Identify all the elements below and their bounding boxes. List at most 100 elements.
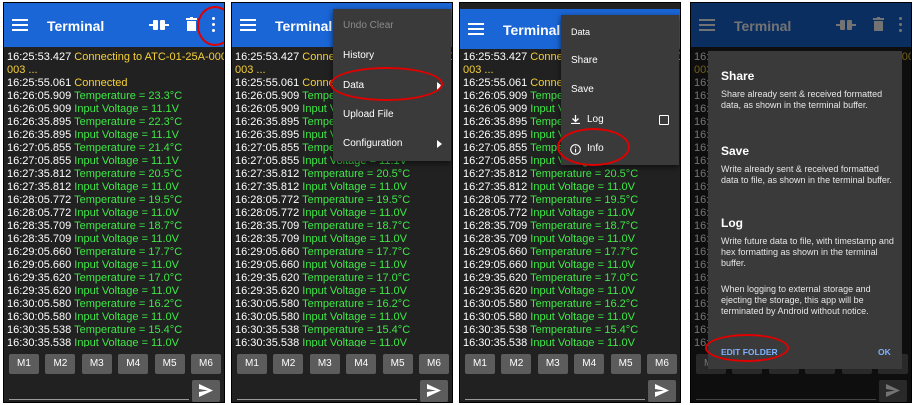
share-heading: Share bbox=[721, 69, 755, 83]
line-message: Input Voltage = 11.0V bbox=[530, 259, 635, 271]
macro-button-m3[interactable]: M3 bbox=[537, 354, 568, 374]
line-timestamp: 16:27:35.812 bbox=[7, 181, 72, 193]
macro-button-m1[interactable]: M1 bbox=[465, 354, 495, 374]
menu-item-share[interactable]: Share bbox=[561, 46, 679, 76]
line-message: Temperature = 17.7°C bbox=[74, 246, 183, 258]
terminal-output[interactable]: 16:25:53.427 Connecting to ATC-01-25A-00… bbox=[7, 51, 224, 347]
terminal-line: 16:29:35.620 Input Voltage = 11.0V bbox=[7, 285, 224, 298]
terminal-line: 16:29:35.620 Temperature = 17.0°C bbox=[463, 272, 680, 285]
line-timestamp: 16:29:05.660 bbox=[463, 246, 528, 258]
line-timestamp: 16:25:55.061 bbox=[235, 77, 300, 89]
send-button[interactable] bbox=[420, 380, 448, 402]
line-timestamp: 16:27:05.855 bbox=[7, 142, 72, 154]
line-message: Input Voltage = 11.0V bbox=[302, 233, 407, 245]
trash-icon[interactable] bbox=[186, 17, 197, 31]
macro-button-m4[interactable]: M4 bbox=[346, 354, 377, 374]
macro-button-m5[interactable]: M5 bbox=[154, 354, 185, 374]
line-timestamp: 16:30:05.580 bbox=[235, 311, 300, 323]
app-title: Terminal bbox=[275, 18, 333, 34]
send-button[interactable] bbox=[648, 380, 676, 402]
line-timestamp: 16:26:35.895 bbox=[463, 129, 528, 141]
line-timestamp: 16:26:05.909 bbox=[235, 103, 300, 115]
line-timestamp: 16:29:05.660 bbox=[235, 246, 300, 258]
ok-button[interactable]: OK bbox=[878, 347, 891, 357]
terminal-line: 16:28:05.772 Input Voltage = 11.0V bbox=[463, 207, 680, 220]
macro-button-m2[interactable]: M2 bbox=[273, 354, 304, 374]
download-icon bbox=[571, 115, 580, 124]
line-timestamp: 16:27:05.855 bbox=[235, 142, 300, 154]
macro-button-m1[interactable]: M1 bbox=[237, 354, 267, 374]
line-timestamp: 16:30:05.580 bbox=[235, 298, 300, 310]
send-icon bbox=[655, 384, 669, 397]
terminal-line: 16:28:35.709 Input Voltage = 11.0V bbox=[463, 233, 680, 246]
line-message: Connected bbox=[74, 77, 128, 89]
terminal-line: 003 ... bbox=[7, 64, 224, 77]
terminal-line: 16:30:05.580 Temperature = 16.2°C bbox=[235, 298, 452, 311]
line-message: Temperature = 16.2°C bbox=[74, 298, 183, 310]
send-input[interactable] bbox=[237, 399, 417, 400]
macro-button-m4[interactable]: M4 bbox=[574, 354, 605, 374]
line-message: Temperature = 21.4°C bbox=[74, 142, 183, 154]
line-message: Temperature = 18.7°C bbox=[74, 220, 183, 232]
send-input[interactable] bbox=[9, 399, 189, 400]
macro-button-m4[interactable]: M4 bbox=[118, 354, 149, 374]
send-input[interactable] bbox=[465, 399, 645, 400]
macro-button-m2[interactable]: M2 bbox=[45, 354, 76, 374]
terminal-screen-info-dialog: Terminal 16:25:53.427 Connecting to ATC-… bbox=[690, 2, 912, 403]
connect-plug-icon[interactable] bbox=[149, 18, 169, 32]
hamburger-menu-icon[interactable] bbox=[12, 19, 28, 31]
line-message: Input Voltage = 11.0V bbox=[302, 181, 407, 193]
macro-button-m5[interactable]: M5 bbox=[382, 354, 413, 374]
line-message: Temperature = 19.5°C bbox=[302, 194, 411, 206]
macro-button-m6[interactable]: M6 bbox=[191, 354, 221, 374]
macro-button-m6[interactable]: M6 bbox=[419, 354, 449, 374]
terminal-line: 16:30:05.580 Temperature = 16.2°C bbox=[7, 298, 224, 311]
line-timestamp: 16:28:35.709 bbox=[7, 233, 72, 245]
line-message: Temperature = 17.0°C bbox=[530, 272, 639, 284]
line-message: Temperature = 17.7°C bbox=[302, 246, 411, 258]
macro-button-m5[interactable]: M5 bbox=[610, 354, 641, 374]
send-icon bbox=[199, 384, 213, 397]
terminal-line: 16:28:35.709 Temperature = 18.7°C bbox=[7, 220, 224, 233]
menu-item-upload-file[interactable]: Upload File bbox=[333, 100, 451, 130]
highlight-ring bbox=[557, 128, 630, 166]
terminal-line: 16:28:35.709 Temperature = 18.7°C bbox=[463, 220, 680, 233]
hamburger-menu-icon[interactable] bbox=[468, 23, 484, 35]
line-timestamp: 16:30:35.538 bbox=[7, 337, 72, 347]
send-button[interactable] bbox=[192, 380, 220, 402]
line-timestamp: 16:25:55.061 bbox=[7, 77, 72, 89]
macro-button-m3[interactable]: M3 bbox=[81, 354, 112, 374]
line-message: Input Voltage = 11.0V bbox=[74, 233, 179, 245]
hamburger-menu-icon[interactable] bbox=[240, 19, 256, 31]
line-timestamp: 16:27:35.812 bbox=[7, 168, 72, 180]
line-timestamp: 16:27:35.812 bbox=[235, 168, 300, 180]
line-timestamp: 16:29:05.660 bbox=[7, 246, 72, 258]
menu-item-configuration[interactable]: Configuration bbox=[333, 129, 451, 159]
macro-button-m3[interactable]: M3 bbox=[309, 354, 340, 374]
data-info-dialog: Share Share already sent & received form… bbox=[708, 51, 902, 369]
line-message: Input Voltage = 11.0V bbox=[530, 285, 635, 297]
macro-button-m1[interactable]: M1 bbox=[9, 354, 39, 374]
log-checkbox[interactable] bbox=[659, 115, 669, 125]
terminal-line: 16:28:05.772 Temperature = 19.5°C bbox=[463, 194, 680, 207]
line-timestamp: 16:28:05.772 bbox=[7, 207, 72, 219]
line-timestamp: 16:26:35.895 bbox=[7, 129, 72, 141]
line-timestamp: 16:30:35.538 bbox=[235, 324, 300, 336]
terminal-line: 16:27:35.812 Temperature = 20.5°C bbox=[235, 168, 452, 181]
send-row bbox=[460, 379, 680, 402]
app-title: Terminal bbox=[503, 22, 561, 38]
menu-item-save[interactable]: Save bbox=[561, 75, 679, 105]
terminal-line: 16:28:35.709 Input Voltage = 11.0V bbox=[7, 233, 224, 246]
line-message: Temperature = 15.4°C bbox=[530, 324, 639, 336]
macro-buttons: M1 M2M3 M4M5 M6 bbox=[465, 354, 677, 374]
macro-button-m2[interactable]: M2 bbox=[501, 354, 532, 374]
send-row bbox=[232, 379, 452, 402]
line-message: 003 ... bbox=[7, 64, 38, 76]
line-message: Temperature = 18.7°C bbox=[530, 220, 639, 232]
macro-button-m6[interactable]: M6 bbox=[647, 354, 677, 374]
terminal-line: 16:27:35.812 Temperature = 20.5°C bbox=[7, 168, 224, 181]
terminal-line: 16:30:05.580 Input Voltage = 11.0V bbox=[7, 311, 224, 324]
highlight-ring bbox=[197, 6, 224, 46]
line-message: Temperature = 16.2°C bbox=[302, 298, 411, 310]
line-timestamp: 16:28:35.709 bbox=[463, 220, 528, 232]
